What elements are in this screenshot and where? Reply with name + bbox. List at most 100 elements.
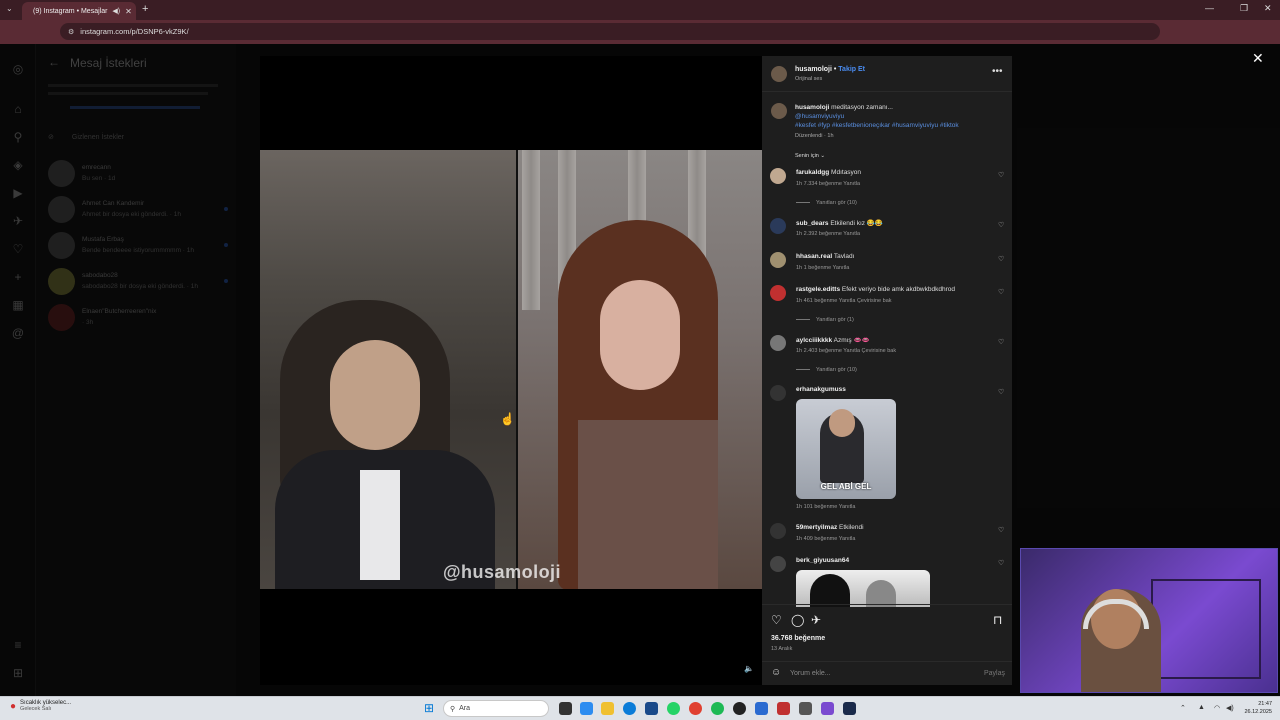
like-comment-icon[interactable]: ♡ (998, 171, 1004, 179)
share-icon[interactable]: ✈ (811, 613, 821, 627)
audio-label[interactable]: Orijinal ses (795, 76, 822, 82)
start-icon[interactable]: ⊞ (424, 701, 437, 715)
avatar[interactable] (770, 168, 786, 184)
avatar[interactable] (770, 218, 786, 234)
avatar[interactable] (771, 66, 787, 82)
caption-hashtags[interactable]: #kesfet #fyp #kesfetbenioneçıkar #husamv… (795, 122, 959, 129)
tab-instagram[interactable]: (9) Instagram • Mesajlar ◀) ✕ (22, 2, 136, 20)
like-count[interactable]: 36.768 beğenme (771, 635, 825, 642)
window-close-icon[interactable]: ✕ (1264, 3, 1272, 14)
new-tab-icon[interactable]: + (142, 3, 148, 15)
comment-meta[interactable]: 1h 101 beğenme Yanıtla (796, 504, 855, 510)
caption-mention[interactable]: @husamviyuviyu (795, 113, 844, 120)
comment-meta[interactable]: 1h 409 beğenme Yanıtla (796, 536, 855, 542)
comment-meta[interactable]: 1h 2.403 beğenme Yanıtla Çevirisine bak (796, 348, 896, 354)
tray-app-icon[interactable]: ▲ (1198, 704, 1205, 711)
avatar[interactable] (770, 556, 786, 572)
app-icon[interactable] (799, 702, 812, 715)
url-text: instagram.com/p/DSNP6-vkZ9K/ (80, 27, 189, 36)
comment-image[interactable] (796, 570, 930, 607)
like-comment-icon[interactable]: ♡ (998, 221, 1004, 229)
post-author[interactable]: husamoloji • Takip Et (795, 66, 865, 73)
taskbar-search[interactable]: ⚲ Ara (443, 700, 549, 717)
comment-input[interactable]: Yorum ekle... (790, 670, 831, 677)
caption-meta: Düzenlendi · 1h (795, 133, 834, 139)
weather-subtitle: Gelecek Salı (20, 706, 52, 712)
app-icon[interactable] (777, 702, 790, 715)
like-comment-icon[interactable]: ♡ (998, 526, 1004, 534)
comment-text: farukaldgg Mdıtasyon (796, 169, 862, 176)
avatar[interactable] (770, 252, 786, 268)
comment-text: hhasan.real Tavladı (796, 253, 855, 260)
post-caption: husamoloji meditasyon zamanı... @husamvi… (795, 104, 959, 129)
post-header: husamoloji • Takip Et Orijinal ses ••• (762, 56, 1012, 92)
view-replies-link[interactable]: Yanıtları gör (1) (796, 317, 854, 323)
post-side-panel: husamoloji • Takip Et Orijinal ses ••• h… (762, 56, 1012, 685)
comment-meta[interactable]: 1h 1 beğenme Yanıtla (796, 265, 849, 271)
webcam-overlay (1020, 548, 1278, 693)
like-comment-icon[interactable]: ♡ (998, 255, 1004, 263)
comment-meta[interactable]: 1h 461 beğenme Yanıtla Çevirisine bak (796, 298, 892, 304)
sort-dropdown[interactable]: Senin için ⌄ (795, 153, 825, 159)
view-replies-link[interactable]: Yanıtları gör (10) (796, 200, 857, 206)
hand-cursor-icon: ☝ (500, 412, 515, 426)
weather-widget[interactable]: ● Sıcaklık yükselec... Gelecek Salı (10, 700, 71, 712)
like-comment-icon[interactable]: ♡ (998, 288, 1004, 296)
store-icon[interactable] (645, 702, 658, 715)
spotify-icon[interactable] (711, 702, 724, 715)
comment-meta[interactable]: 1h 2.392 beğenme Yanıtla (796, 231, 860, 237)
whatsapp-icon[interactable] (667, 702, 680, 715)
like-comment-icon[interactable]: ♡ (998, 338, 1004, 346)
windows-taskbar: ● Sıcaklık yükselec... Gelecek Salı ⊞ ⚲ … (0, 696, 1280, 720)
video-left-half (260, 150, 516, 589)
tab-search-icon[interactable]: ⌄ (6, 4, 13, 13)
post-comment-button[interactable]: Paylaş (984, 670, 1005, 677)
comment-meta[interactable]: 1h 7.334 beğenme Yanıtla (796, 181, 860, 187)
chrome-icon[interactable] (689, 702, 702, 715)
maximize-icon[interactable]: ❐ (1240, 3, 1248, 14)
video-right-half (518, 150, 762, 589)
file-explorer-icon[interactable] (601, 702, 614, 715)
url-field[interactable]: ⚙ instagram.com/p/DSNP6-vkZ9K/ (60, 23, 1160, 40)
system-clock[interactable]: 21:47 26.12.2025 (1236, 700, 1272, 716)
task-view-icon[interactable] (559, 702, 572, 715)
post-video[interactable]: @husamoloji ☝ 🔈 (260, 56, 762, 685)
avatar[interactable] (770, 385, 786, 401)
emoji-icon[interactable]: ☺ (771, 667, 781, 678)
site-info-icon[interactable]: ⚙ (68, 28, 74, 36)
tab-close-icon[interactable]: ✕ (125, 7, 132, 16)
volume-icon[interactable]: ◀) (1226, 704, 1234, 712)
video-frame: @husamoloji (260, 150, 762, 589)
view-replies-link[interactable]: Yanıtları gör (10) (796, 367, 857, 373)
post-date: 13 Aralık (771, 646, 793, 652)
like-comment-icon[interactable]: ♡ (998, 559, 1004, 567)
speaker-icon[interactable]: ◀) (112, 7, 120, 15)
app-icon[interactable] (821, 702, 834, 715)
app-icon[interactable] (755, 702, 768, 715)
comment-gif[interactable]: GEL ABİ GEL (796, 399, 896, 499)
wifi-icon[interactable]: ◠ (1214, 704, 1220, 712)
steam-icon[interactable] (843, 702, 856, 715)
close-modal-icon[interactable]: ✕ (1252, 50, 1264, 67)
clock-time: 21:47 (1258, 701, 1272, 707)
save-icon[interactable]: ⊓ (993, 613, 1002, 627)
follow-button[interactable]: Takip Et (838, 66, 865, 73)
like-comment-icon[interactable]: ♡ (998, 388, 1004, 396)
copilot-icon[interactable] (580, 702, 593, 715)
app-icon[interactable] (733, 702, 746, 715)
edge-icon[interactable] (623, 702, 636, 715)
like-icon[interactable]: ♡ (771, 613, 782, 627)
mute-icon[interactable]: 🔈 (744, 664, 754, 673)
more-options-icon[interactable]: ••• (992, 66, 1003, 77)
comment-icon[interactable]: ◯ (791, 613, 804, 627)
comment-text: sub_dears Etkilendi kız 😂😂 (796, 220, 884, 227)
avatar[interactable] (770, 285, 786, 301)
avatar[interactable] (770, 335, 786, 351)
minimize-icon[interactable]: — (1205, 3, 1214, 13)
avatar[interactable] (771, 103, 787, 119)
tray-chevron-icon[interactable]: ⌃ (1180, 704, 1186, 712)
comment-text: erhanakgumuss (796, 386, 846, 393)
avatar[interactable] (770, 523, 786, 539)
address-bar-row: ← → ↻ ⚙ instagram.com/p/DSNP6-vkZ9K/ ▭ ☆… (0, 20, 1280, 57)
comment-text: berk_giyuusan64 (796, 557, 850, 564)
